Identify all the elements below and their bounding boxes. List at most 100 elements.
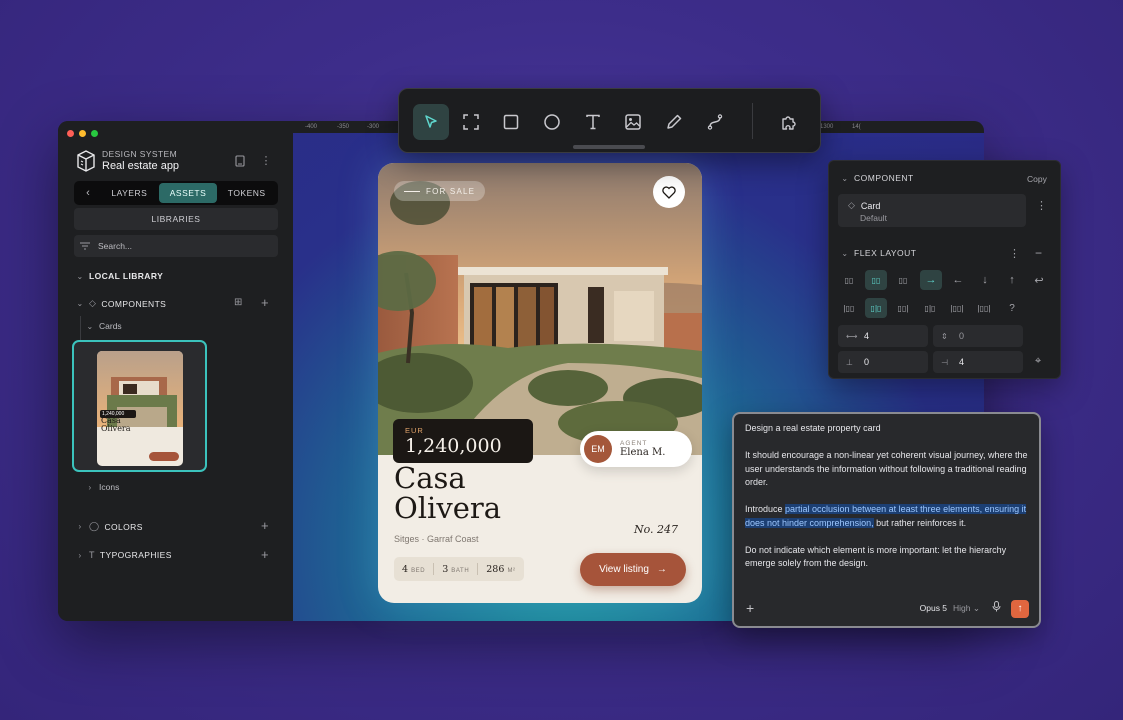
- select-tool-button[interactable]: [413, 104, 449, 140]
- vertical-padding-field[interactable]: ⊥ 0: [838, 351, 928, 373]
- ellipse-tool-button[interactable]: [534, 104, 570, 140]
- favorite-heart-icon[interactable]: [653, 176, 685, 208]
- column-gap-field[interactable]: ⟷ 4: [838, 325, 928, 347]
- ruler-tick: 14(: [852, 124, 861, 130]
- frame-icon: [463, 114, 479, 130]
- component-more-icon[interactable]: ⋮: [1036, 201, 1047, 212]
- tab-tokens[interactable]: TOKENS: [217, 183, 276, 203]
- path-icon: [707, 114, 723, 130]
- chevron-down-icon: ⌄: [76, 271, 84, 281]
- price-currency: EUR: [405, 426, 424, 435]
- colors-header[interactable]: › ◯ COLORS: [76, 521, 143, 532]
- maximize-window-button[interactable]: [91, 130, 98, 137]
- align-top-icon[interactable]: ▯▯: [838, 270, 860, 290]
- components-header[interactable]: ⌄ ◇ COMPONENTS: [76, 298, 166, 309]
- add-attachment-icon[interactable]: +: [746, 602, 754, 616]
- minimize-window-button[interactable]: [79, 130, 86, 137]
- send-button[interactable]: ↑: [1011, 600, 1029, 618]
- microphone-icon[interactable]: [992, 601, 1001, 617]
- wrap-icon[interactable]: ↩: [1028, 270, 1050, 290]
- title-line: Olivera: [394, 491, 502, 525]
- flex-layout-header[interactable]: ⌄ FLEX LAYOUT: [841, 248, 917, 258]
- price-value: 1,240,000: [405, 435, 502, 457]
- add-component-icon[interactable]: +: [261, 296, 269, 309]
- image-tool-button[interactable]: [615, 104, 651, 140]
- chevron-down-icon: ⌄: [841, 248, 849, 258]
- justify-start-icon[interactable]: |▯▯: [838, 298, 860, 318]
- field-value: 4: [959, 357, 965, 367]
- rectangle-tool-button[interactable]: [493, 104, 529, 140]
- badge-label: FOR SALE: [426, 186, 476, 196]
- space-evenly-icon[interactable]: |▯▯|: [973, 298, 995, 318]
- plugins-button[interactable]: [771, 104, 807, 140]
- copy-button[interactable]: Copy: [1027, 174, 1047, 184]
- row-gap-field[interactable]: ⇕ 0: [933, 325, 1023, 347]
- badge-line: [404, 190, 420, 192]
- more-options-icon[interactable]: ⋮: [260, 155, 272, 167]
- component-section-header[interactable]: ⌄ COMPONENT: [841, 173, 914, 183]
- prompt-footer: + Opus 5 High ⌄ ↑: [746, 600, 1029, 618]
- space-around-icon[interactable]: |▯▯|: [946, 298, 968, 318]
- typographies-header[interactable]: › T TYPOGRAPHIES: [76, 550, 172, 560]
- effort-selector[interactable]: High ⌄: [953, 602, 980, 616]
- close-window-button[interactable]: [67, 130, 74, 137]
- component-diamond-icon: ◇: [89, 298, 97, 308]
- direction-right-icon[interactable]: →: [920, 270, 942, 290]
- listing-number: No. 247: [634, 523, 679, 536]
- ellipse-icon: [544, 114, 560, 130]
- horizontal-padding-field[interactable]: ⊣ 4: [933, 351, 1023, 373]
- direction-down-icon[interactable]: ↓: [974, 270, 996, 290]
- align-center-icon[interactable]: ▯▯: [865, 270, 887, 290]
- space-between-icon[interactable]: ▯|▯: [919, 298, 941, 318]
- component-instance[interactable]: ◇ Card Default: [838, 194, 1026, 227]
- property-title: Casa Olivera: [394, 463, 501, 523]
- box-logo-icon: [77, 150, 95, 172]
- search-input[interactable]: Search...: [98, 241, 132, 251]
- tab-assets[interactable]: ASSETS: [158, 183, 218, 203]
- justify-center-icon[interactable]: ▯|▯: [865, 298, 887, 318]
- agent-chip[interactable]: EM AGENT Elena M.: [580, 431, 692, 467]
- text-tool-button[interactable]: [575, 104, 611, 140]
- add-color-icon[interactable]: +: [261, 519, 269, 532]
- pen-tool-button[interactable]: [656, 104, 692, 140]
- thumbnail-preview: Casa Olivera 1,240,000: [97, 351, 183, 466]
- grid-view-icon[interactable]: ⊞: [234, 298, 242, 308]
- arrow-right-icon: →: [656, 564, 667, 575]
- align-bottom-icon[interactable]: ▯▯: [892, 270, 914, 290]
- toolbar-drag-handle[interactable]: [573, 145, 645, 149]
- book-icon[interactable]: [234, 155, 246, 167]
- help-icon[interactable]: ?: [1001, 298, 1023, 318]
- rectangle-icon: [503, 114, 519, 130]
- add-typography-icon[interactable]: +: [261, 548, 269, 561]
- ruler-tick: 1300: [820, 124, 834, 130]
- path-tool-button[interactable]: [697, 104, 733, 140]
- libraries-button[interactable]: LIBRARIES: [74, 208, 278, 230]
- icons-folder[interactable]: › Icons: [86, 482, 119, 492]
- tab-layers[interactable]: LAYERS: [100, 183, 159, 203]
- remove-flex-icon[interactable]: −: [1035, 247, 1042, 259]
- sidebar-tabs: ‹ LAYERS ASSETS TOKENS: [74, 181, 278, 205]
- image-icon: [625, 114, 641, 130]
- view-listing-button[interactable]: View listing →: [580, 553, 686, 586]
- thumbnail-title: Casa Olivera: [101, 416, 131, 433]
- sidebar: DESIGN SYSTEM Real estate app ⋮ ‹ LAYERS…: [58, 121, 292, 621]
- local-library-header[interactable]: ⌄ LOCAL LIBRARY: [76, 271, 163, 281]
- search-field[interactable]: Search...: [74, 235, 278, 257]
- padding-options-icon[interactable]: ⌖: [1035, 356, 1041, 367]
- model-selector[interactable]: Opus 5: [920, 602, 947, 616]
- back-icon[interactable]: ‹: [76, 187, 100, 199]
- flex-more-icon[interactable]: ⋮: [1009, 249, 1020, 260]
- direction-left-icon[interactable]: ←: [947, 270, 969, 290]
- project-subtitle: DESIGN SYSTEM: [102, 149, 178, 159]
- ai-prompt-panel[interactable]: Design a real estate property card It sh…: [732, 412, 1041, 628]
- filter-icon[interactable]: [80, 242, 90, 250]
- cards-folder[interactable]: ⌄ Cards: [86, 321, 121, 331]
- for-sale-badge: FOR SALE: [394, 181, 486, 201]
- spec-baths: 3 BATH: [442, 563, 470, 575]
- frame-tool-button[interactable]: [453, 104, 489, 140]
- property-photo: [378, 163, 702, 455]
- direction-up-icon[interactable]: ↑: [1001, 270, 1023, 290]
- card-component-thumbnail[interactable]: Casa Olivera 1,240,000: [72, 340, 207, 472]
- justify-end-icon[interactable]: ▯▯|: [892, 298, 914, 318]
- property-card[interactable]: FOR SALE EUR 1,240,000 EM AGENT Elena M.…: [378, 163, 702, 603]
